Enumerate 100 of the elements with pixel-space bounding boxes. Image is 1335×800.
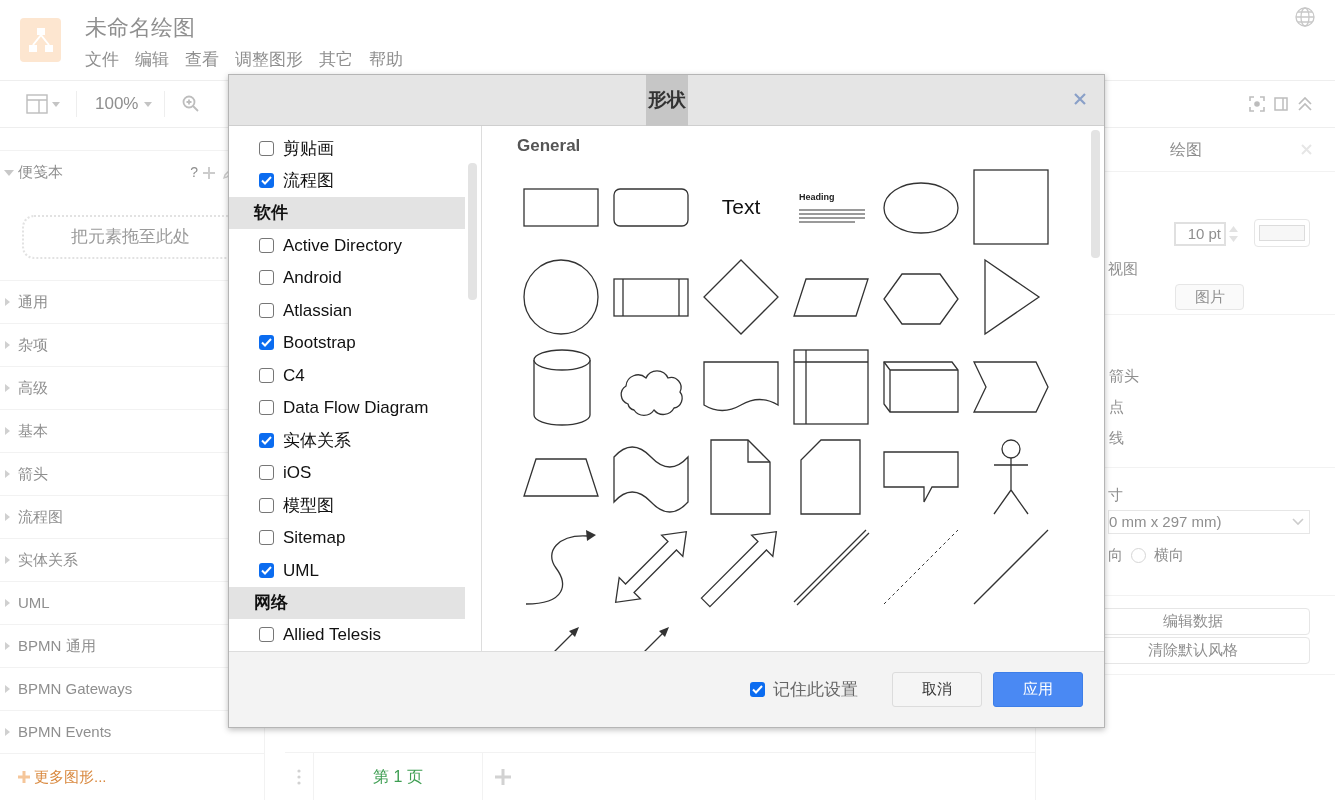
zoom-dropdown[interactable]: 100% xyxy=(95,91,153,117)
checkbox[interactable] xyxy=(259,335,274,351)
page-tab[interactable]: 第 1 页 xyxy=(313,752,483,800)
library-label[interactable]: 模型图 xyxy=(283,492,334,518)
menu-item[interactable]: 文件 xyxy=(85,47,119,73)
library-label[interactable]: Allied Telesis xyxy=(283,622,381,648)
section-title[interactable]: BPMN Gateways xyxy=(18,677,133,701)
section-title[interactable]: 基本 xyxy=(18,419,48,443)
library-label[interactable]: iOS xyxy=(283,460,312,486)
category-title: 软件 xyxy=(254,202,288,225)
plus-icon xyxy=(18,771,30,783)
document-title[interactable]: 未命名绘图 xyxy=(85,13,403,43)
collapse-caret-icon[interactable] xyxy=(4,512,12,522)
scrollbar[interactable] xyxy=(468,163,477,300)
language-icon[interactable] xyxy=(1295,7,1315,27)
library-label[interactable]: C4 xyxy=(283,362,305,388)
section-title[interactable]: UML xyxy=(18,591,50,615)
section-label: 寸 xyxy=(1108,485,1123,505)
checkbox[interactable] xyxy=(259,562,274,578)
radio-label[interactable]: 向 xyxy=(1108,544,1123,567)
fullscreen-icon[interactable] xyxy=(1249,96,1265,112)
checkbox[interactable] xyxy=(259,465,274,481)
help-link[interactable]: ? xyxy=(190,162,198,183)
library-label[interactable]: 实体关系 xyxy=(283,427,351,453)
connector-arrow-shape xyxy=(552,626,580,651)
expand-caret-icon[interactable] xyxy=(4,168,14,177)
app-logo-icon xyxy=(20,18,61,62)
option-label: 点 xyxy=(1109,397,1124,417)
panel-layout-icon xyxy=(26,94,48,114)
collapse-caret-icon[interactable] xyxy=(4,469,12,479)
library-label[interactable]: Sitemap xyxy=(283,525,346,551)
collapse-icon[interactable] xyxy=(1298,97,1312,111)
library-label[interactable]: Data Flow Diagram xyxy=(283,395,429,421)
checkbox[interactable] xyxy=(259,237,274,253)
close-icon[interactable] xyxy=(1074,93,1086,105)
add-page-icon[interactable] xyxy=(495,768,511,785)
checkbox[interactable] xyxy=(259,302,274,318)
connector-arrow-shape xyxy=(642,626,670,651)
radio-label[interactable]: 横向 xyxy=(1154,544,1184,567)
library-label[interactable]: 剪贴画 xyxy=(283,135,334,161)
collapse-caret-icon[interactable] xyxy=(4,727,12,737)
checkbox[interactable] xyxy=(259,497,274,513)
section-title[interactable]: 高级 xyxy=(18,376,48,400)
category-title: 网络 xyxy=(254,591,288,614)
checkbox[interactable] xyxy=(259,400,274,416)
option-label: 视图 xyxy=(1108,259,1138,279)
panel-title: 绘图 xyxy=(1170,139,1202,160)
collapse-caret-icon[interactable] xyxy=(4,555,12,565)
color-swatch[interactable] xyxy=(1254,219,1310,247)
section-title[interactable]: 箭头 xyxy=(18,462,48,486)
collapse-caret-icon[interactable] xyxy=(4,641,12,651)
image-button[interactable]: 图片 xyxy=(1175,284,1244,310)
page-menu-icon[interactable] xyxy=(297,768,301,785)
grid-size-field[interactable]: 10 pt xyxy=(1174,222,1226,246)
section-title[interactable]: BPMN 通用 xyxy=(18,634,96,658)
checkbox[interactable] xyxy=(259,432,274,448)
checkbox-label[interactable]: 记住此设置 xyxy=(773,676,858,703)
section-title[interactable]: 实体关系 xyxy=(18,548,78,572)
more-shapes-link[interactable]: 更多图形... xyxy=(34,765,107,789)
format-panel-icon[interactable] xyxy=(1274,97,1288,111)
collapse-caret-icon[interactable] xyxy=(4,426,12,436)
library-label[interactable]: Active Directory xyxy=(283,232,403,258)
library-label[interactable]: 流程图 xyxy=(283,168,334,194)
collapse-caret-icon[interactable] xyxy=(4,297,12,307)
menu-item[interactable]: 帮助 xyxy=(369,47,403,73)
collapse-caret-icon[interactable] xyxy=(4,684,12,694)
menu-item[interactable]: 调整图形 xyxy=(235,47,303,73)
checkbox[interactable] xyxy=(259,367,274,383)
zoom-in-icon[interactable] xyxy=(182,95,201,113)
section-title[interactable]: 流程图 xyxy=(18,505,63,529)
apply-button[interactable]: 应用 xyxy=(993,672,1083,707)
library-label[interactable]: Atlassian xyxy=(283,297,352,323)
library-label[interactable]: Android xyxy=(283,265,342,291)
section-title[interactable]: 便笺本 xyxy=(18,161,63,184)
menu-item[interactable]: 编辑 xyxy=(135,47,169,73)
menu-item[interactable]: 查看 xyxy=(185,47,219,73)
library-label[interactable]: Bootstrap xyxy=(283,330,356,356)
checkbox[interactable] xyxy=(259,140,274,156)
collapse-caret-icon[interactable] xyxy=(4,383,12,393)
dialog-title: 形状 xyxy=(645,74,688,126)
checkbox[interactable] xyxy=(259,173,274,189)
paper-size-dropdown[interactable]: 0 mm x 297 mm) xyxy=(1108,510,1310,534)
layout-button[interactable] xyxy=(26,94,60,114)
collapse-caret-icon[interactable] xyxy=(4,598,12,608)
checkbox[interactable] xyxy=(259,270,274,286)
caret-icon xyxy=(144,101,153,107)
section-title[interactable]: 通用 xyxy=(18,290,48,314)
checkbox[interactable] xyxy=(259,530,274,546)
spinner-icon[interactable] xyxy=(1228,224,1239,244)
section-title[interactable]: 杂项 xyxy=(18,333,48,357)
menu-item[interactable]: 其它 xyxy=(319,47,353,73)
cancel-button[interactable]: 取消 xyxy=(892,672,982,707)
section-heading: General xyxy=(517,136,582,156)
section-title[interactable]: BPMN Events xyxy=(18,720,112,744)
scrollbar[interactable] xyxy=(1091,130,1100,258)
plus-icon[interactable] xyxy=(202,165,216,180)
collapse-caret-icon[interactable] xyxy=(4,340,12,350)
library-label[interactable]: UML xyxy=(283,557,319,583)
checkbox[interactable] xyxy=(750,682,765,697)
checkbox[interactable] xyxy=(259,627,274,643)
